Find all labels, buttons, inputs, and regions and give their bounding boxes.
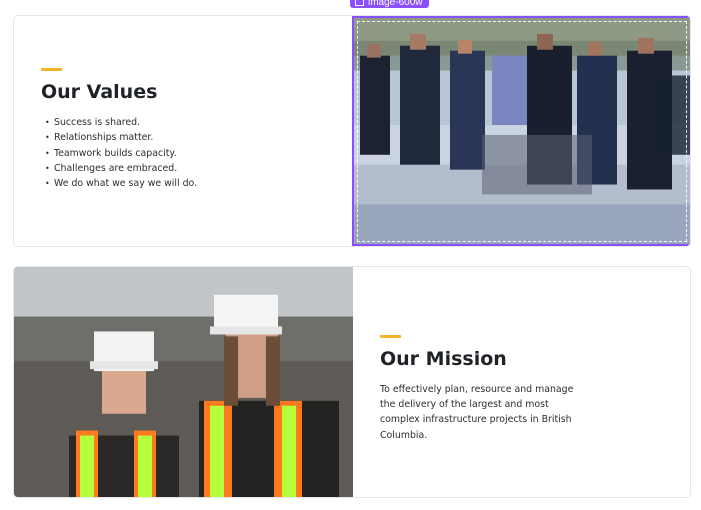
list-item: Teamwork builds capacity.	[41, 146, 197, 162]
image-frame-icon	[355, 0, 364, 6]
team-photo-image	[352, 16, 690, 246]
selected-image-tag-label: image-600w	[368, 0, 423, 8]
list-item: We do what we say we will do.	[41, 176, 197, 192]
accent-bar	[380, 335, 401, 338]
values-text-block: Our Values Success is shared. Relationsh…	[41, 68, 197, 192]
values-list: Success is shared. Relationships matter.…	[41, 115, 197, 192]
mission-heading: Our Mission	[380, 348, 507, 370]
accent-bar	[41, 68, 62, 71]
values-card: Our Values Success is shared. Relationsh…	[13, 15, 691, 247]
mission-card: Our Mission To effectively plan, resourc…	[13, 266, 691, 498]
mission-description: To effectively plan, resource and manage…	[380, 384, 574, 441]
list-item: Challenges are embraced.	[41, 161, 197, 177]
workers-photo[interactable]	[14, 267, 353, 497]
list-item: Success is shared.	[41, 115, 197, 131]
team-photo[interactable]	[352, 16, 690, 246]
mission-text-block: Our Mission To effectively plan, resourc…	[380, 335, 576, 443]
selected-image-tag[interactable]: image-600w	[350, 0, 430, 8]
list-item: Relationships matter.	[41, 130, 197, 146]
values-heading: Our Values	[41, 81, 158, 103]
workers-photo-image	[14, 267, 353, 497]
